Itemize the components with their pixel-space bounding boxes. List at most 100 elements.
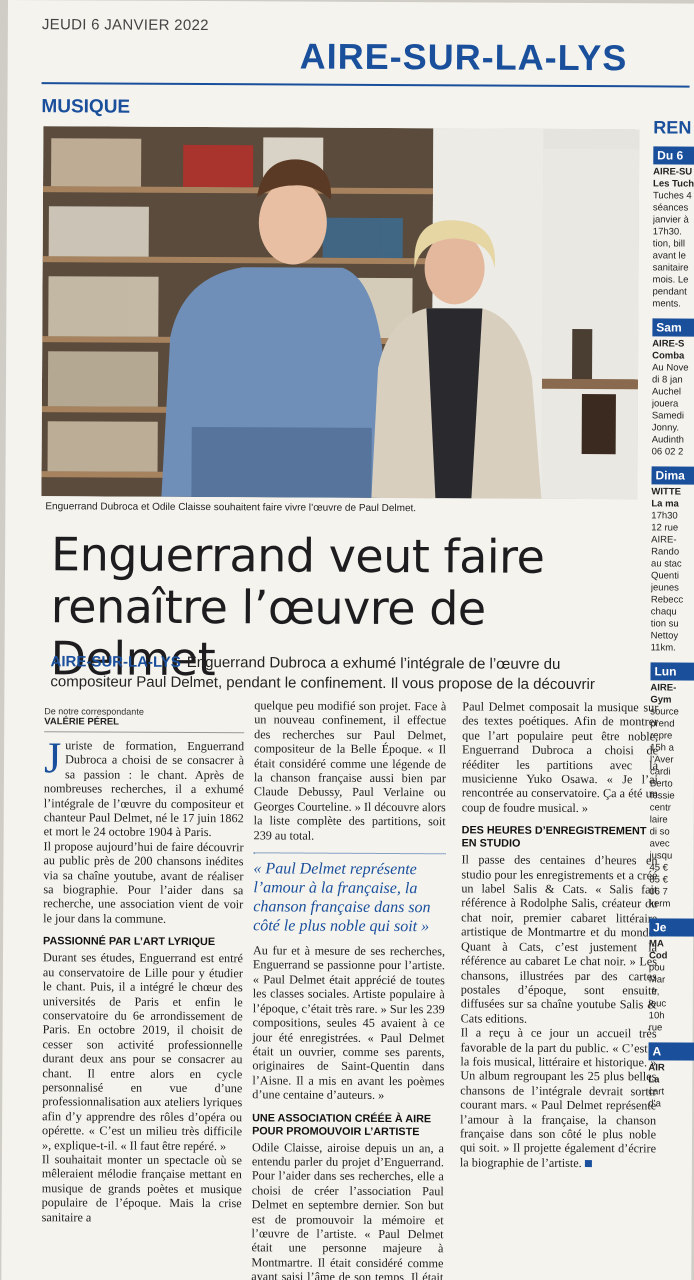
sidebar-line: di 8 jan — [651, 374, 683, 386]
sidebar-line: laire — [649, 814, 668, 826]
sidebar-line: .fr, — [648, 986, 660, 998]
sidebar-line: Samedi — [651, 410, 685, 422]
sidebar-line: Quenti — [650, 570, 680, 582]
photo-caption: Enguerrand Dubroca et Odile Claisse souh… — [45, 501, 417, 515]
issue-date: JEUDI 6 JANVIER 2022 — [41, 16, 209, 35]
sidebar-line: jeunes — [650, 582, 679, 594]
sidebar-line: Nettoy — [650, 630, 679, 642]
sidebar-line: ments. — [652, 298, 681, 310]
sidebar-line: séances — [652, 202, 689, 214]
sidebar-line: 10h — [648, 1010, 665, 1022]
sidebar-block-3: WITTE La ma 17h30 12 rue AIRE- Rando au stac Qu… — [651, 486, 694, 654]
sidebar-line: AIR — [648, 1062, 665, 1074]
lead-location: AIRE-SUR-LA-LYS — [50, 653, 181, 671]
sidebar-line: rue — [648, 1022, 663, 1034]
sidebar-block-6: AIR La cart d’a — [648, 1062, 694, 1110]
section-city-title: AIRE-SUR-LA-LYS — [299, 35, 628, 79]
sidebar-line: jeuc — [648, 998, 667, 1010]
sidebar-line: Cod — [648, 950, 668, 962]
sidebar-line: 17h30. — [652, 226, 682, 238]
sidebar-line: avant le — [652, 250, 686, 262]
sidebar-line: chaqu — [650, 606, 677, 618]
article-column-2: quelque peu modifié son projet. Face à u… — [251, 698, 446, 1280]
drop-cap: J — [43, 733, 62, 783]
sidebar-line: sanitaire — [652, 262, 689, 274]
sidebar-line: 85 € — [649, 874, 668, 886]
sidebar-line: tion su — [650, 618, 679, 630]
sidebar-line: WITTE — [651, 486, 682, 498]
article-lead: AIRE-SUR-LA-LYS Enguerrand Dubroca a exhu… — [50, 652, 636, 695]
sidebar-line: avec — [649, 838, 670, 850]
subhead-1: PASSIONNÉ PAR L’ART LYRIQUE — [43, 935, 216, 949]
sidebar-line: pou — [648, 962, 665, 974]
sidebar-line: La ma — [651, 498, 679, 510]
sidebar-heading: REN — [653, 117, 692, 138]
sidebar-line: AIRE-S — [652, 338, 685, 350]
sidebar-line: Au Nove — [652, 362, 689, 374]
photo-illustration — [41, 126, 640, 500]
sidebar-tab-1: Du 6 — [653, 146, 694, 165]
sidebar-tab-6: A — [648, 1042, 694, 1061]
article-photo — [41, 126, 640, 500]
sidebar-line: AIRE- — [650, 682, 677, 694]
sidebar-line: Rebecc — [650, 594, 684, 606]
sidebar-line: Tuches 4 — [652, 190, 692, 202]
sidebar-line: 11km. — [650, 642, 676, 654]
subhead-2: UNE ASSOCIATION CRÉÉE À AIRE POUR PROMOU… — [252, 1111, 432, 1138]
byline-name: VALÉRIE PÉREL — [44, 716, 120, 728]
sidebar-line: La — [648, 1074, 660, 1086]
sidebar-line: janvier à — [652, 214, 689, 226]
sidebar-tab-2: Sam — [652, 318, 694, 337]
sidebar-line: Jonny. — [651, 422, 680, 434]
header-rule — [41, 82, 690, 88]
sidebar-line: jouera — [651, 398, 679, 410]
sidebar-block-1: AIRE-SU Les Tuch Tuches 4 séances janvier à1… — [652, 166, 694, 310]
sidebar-line: pendant — [652, 286, 687, 298]
sidebar-line: 06 02 2 — [651, 446, 684, 458]
sidebar-line: au stac — [651, 558, 682, 570]
paragraph-2: Il propose aujourd’hui de faire découvri… — [43, 839, 244, 926]
sidebar-line: Comba — [652, 350, 685, 362]
sidebar-block-2: AIRE-S Comba Au Nove di 8 jan Auchel jouera Sa… — [652, 338, 694, 458]
sidebar-line: AIRE- — [651, 534, 677, 546]
sidebar-line: fessie — [649, 790, 675, 802]
sidebar-line: jusqu — [649, 850, 673, 862]
sidebar-line: Les Tuch — [653, 178, 694, 190]
sidebar-line: cardi — [649, 766, 671, 778]
paragraph-8: Paul Delmet composait la musique sur des… — [461, 699, 659, 815]
paragraph-4: Il souhaitait monter un spectacle où se … — [41, 1152, 242, 1225]
sidebar-tab-4: Lun — [650, 662, 694, 681]
sidebar-line: mois. Le — [652, 274, 689, 286]
sidebar-tab-5: Je — [649, 918, 694, 937]
paragraph-5: quelque peu modifié son projet. Face à u… — [253, 698, 447, 843]
sidebar-line: AIRE-SU — [653, 166, 693, 178]
paragraph-3: Durant ses études, Enguerrand est entré … — [41, 950, 244, 1153]
sidebar-line: prend — [650, 718, 675, 730]
paragraph-9: Il passe des centaines d’heures en studi… — [460, 852, 658, 1026]
sidebar-line: source — [650, 706, 679, 718]
sidebar-line: Rando — [651, 546, 680, 558]
byline-rule — [44, 731, 245, 734]
sidebar-tab-3: Dima — [651, 466, 694, 485]
sidebar-line: 17h30 — [651, 510, 678, 522]
sidebar-line: 12 rue — [651, 522, 679, 534]
paragraph-1: Juriste de formation, Enguerrand Dubroca… — [43, 733, 245, 840]
agenda-sidebar: REN Du 6 AIRE-SU Les Tuch Tuches 4 séances j… — [648, 103, 694, 1110]
sidebar-line: 15h a — [650, 742, 674, 754]
article-column-1: De notre correspondante VALÉRIE PÉREL Ju… — [42, 706, 245, 1225]
headline-line-1: Enguerrand veut faire — [50, 527, 545, 584]
sidebar-line: Berto — [649, 778, 673, 790]
sidebar-line: l’Aver — [650, 754, 674, 766]
sidebar-line: 06 7 — [649, 886, 668, 898]
sidebar-block-5: MA Cod pou Mar .fr, jeuc 10h rue — [649, 938, 694, 1034]
sidebar-line: kerm — [649, 898, 671, 910]
paragraph-7: Odile Claisse, airoise depuis un an, a e… — [251, 1139, 445, 1280]
rubric-label: MUSIQUE — [41, 96, 131, 118]
sidebar-line: cart — [648, 1086, 665, 1098]
sidebar-line: tion, bill — [652, 238, 685, 250]
paragraph-10: Il a reçu à ce jour un accueil très favo… — [459, 1025, 657, 1170]
sidebar-line: centr — [649, 802, 671, 814]
newspaper-page: JEUDI 6 JANVIER 2022 AIRE-SUR-LA-LYS MUS… — [1, 0, 694, 1280]
sidebar-line: MA — [649, 938, 664, 950]
sidebar-line: di so — [649, 826, 670, 838]
